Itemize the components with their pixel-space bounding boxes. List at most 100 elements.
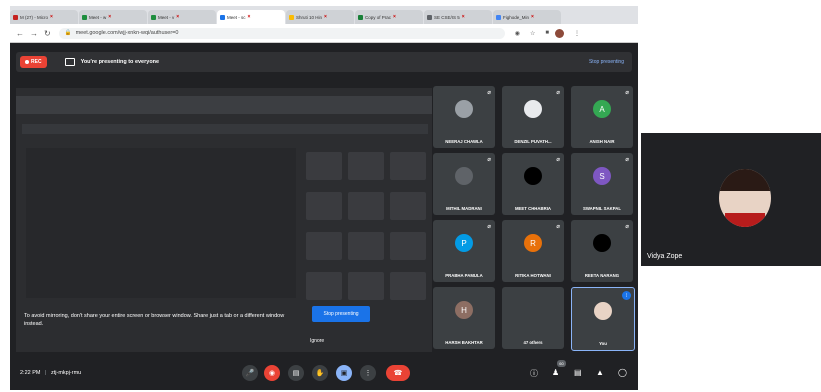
participant-name: HARSH BAKHTAR: [445, 340, 483, 345]
browser-window: M (27) - Micro × Meet - w × Meet - v × Meet - …: [10, 6, 638, 390]
participant-tile[interactable]: H HARSH BAKHTAR: [433, 287, 495, 349]
avatar-initial: A: [599, 104, 605, 114]
presenting-bar: REC You're presenting to everyone Stop p…: [16, 52, 632, 72]
participant-tile[interactable]: ⌀ MEET CHHABRIA: [502, 153, 564, 215]
tab-label: Fighode_Min: [503, 14, 530, 20]
activities-icon[interactable]: ▲: [596, 368, 604, 377]
raise-hand-button[interactable]: ✋: [312, 365, 328, 381]
browser-tab[interactable]: Meet - sc ×: [217, 10, 285, 24]
tab-close-icon[interactable]: ×: [462, 14, 465, 20]
mirrored-tile: [306, 272, 342, 300]
present-button[interactable]: ▣: [336, 365, 352, 381]
address-bar: ← → ↻ 🔒 meet.google.com/wjj-xnkn-wqi/aut…: [10, 24, 638, 43]
mirrored-tile: [390, 272, 426, 300]
camera-button[interactable]: ◉: [264, 365, 280, 381]
tab-close-icon[interactable]: ×: [50, 14, 53, 20]
browser-tab[interactable]: Meet - w ×: [79, 10, 147, 24]
tab-label: Meet - w: [89, 14, 107, 20]
browser-tab[interactable]: M (27) - Micro ×: [10, 10, 78, 24]
captions-button[interactable]: ▤: [288, 365, 304, 381]
avatar-initial: P: [461, 238, 467, 248]
star-icon[interactable]: ☆: [530, 30, 535, 37]
reload-icon[interactable]: ↻: [44, 29, 51, 38]
participant-name: SWAPNIL SAKPAL: [582, 206, 622, 211]
mic-muted-icon: ⌀: [625, 157, 629, 163]
browser-tab[interactable]: Meet - v ×: [148, 10, 216, 24]
browser-tab[interactable]: Fighode_Min ×: [493, 10, 561, 24]
tab-favicon-icon: [427, 14, 432, 20]
tab-close-icon[interactable]: ×: [108, 14, 111, 20]
participant-tile[interactable]: ⌀ NEERAJ CHAWLA: [433, 86, 495, 148]
mic-muted-icon: ⌀: [556, 90, 560, 96]
meeting-info: 2:22 PM | ztj-mkpj-rmu: [20, 370, 82, 376]
more-icon: ⋮: [364, 370, 372, 377]
menu-icon[interactable]: ⋮: [574, 30, 580, 37]
participant-tile[interactable]: ⌀ R RITIKA HOTWANI: [502, 220, 564, 282]
participant-tile[interactable]: ⌀ S SWAPNIL SAKPAL: [571, 153, 633, 215]
info-icon[interactable]: ⓘ: [530, 368, 538, 379]
people-count-badge: 60: [557, 360, 566, 367]
tab-label: Copy of Prac: [365, 14, 392, 20]
hand-icon: ✋: [315, 370, 325, 377]
participant-avatar: [524, 301, 542, 319]
leave-call-button[interactable]: ☎: [386, 365, 410, 381]
tab-label: SE CSE/IS 5: [434, 14, 460, 20]
host-controls-icon[interactable]: ◯: [618, 368, 627, 377]
forward-icon[interactable]: →: [30, 29, 38, 38]
more-options-button[interactable]: ⋮: [360, 365, 376, 381]
participant-avatar: P: [455, 234, 473, 252]
browser-tab[interactable]: Copy of Prac ×: [355, 10, 423, 24]
participant-name: DENZIL PUVATH...: [514, 139, 552, 144]
participant-tile[interactable]: ⌀ DENZIL PUVATH...: [502, 86, 564, 148]
mic-muted-icon: ⌀: [487, 157, 491, 163]
avatar-initial: R: [530, 238, 536, 248]
participant-avatar: [455, 100, 473, 118]
url-field[interactable]: 🔒 meet.google.com/wjj-xnkn-wqi/authuser=…: [58, 27, 505, 39]
profile-avatar[interactable]: [554, 28, 564, 38]
mic-muted-icon: ⌀: [556, 224, 560, 230]
participant-tile[interactable]: ⌀ MITHIL MADRANI: [433, 153, 495, 215]
ignore-button[interactable]: Ignore: [310, 338, 324, 344]
tab-close-icon[interactable]: ×: [324, 14, 327, 20]
participant-tile[interactable]: ⌀ P PRABHA PAMULA: [433, 220, 495, 282]
tab-label: Meet - v: [158, 14, 175, 20]
tab-favicon-icon: [82, 14, 87, 20]
tab-close-icon[interactable]: ×: [393, 14, 396, 20]
participant-avatar: [524, 100, 542, 118]
participant-name: 47 others: [523, 340, 543, 345]
chat-icon[interactable]: ▤: [574, 368, 582, 377]
participant-tile[interactable]: ⌀ REETA NARANG: [571, 220, 633, 282]
browser-tab[interactable]: SE CSE/IS 5 ×: [424, 10, 492, 24]
participant-tile[interactable]: ⁞ You: [571, 287, 635, 351]
avatar-initial: S: [599, 171, 605, 181]
tab-favicon-icon: [220, 14, 225, 20]
participant-avatar: A: [593, 100, 611, 118]
participant-avatar: R: [524, 234, 542, 252]
participant-avatar: [524, 167, 542, 185]
hang-up-icon: ☎: [393, 370, 403, 377]
mirrored-browser: [16, 96, 432, 114]
participant-name: NEERAJ CHAWLA: [445, 139, 483, 144]
tab-favicon-icon: [358, 14, 363, 20]
tab-favicon-icon: [13, 14, 18, 20]
mic-icon: 🎤: [245, 370, 255, 377]
present-screen-icon: [64, 58, 75, 66]
url-text: meet.google.com/wjj-xnkn-wqi/authuser=0: [75, 30, 179, 36]
mirrored-content: [26, 148, 296, 298]
recording-badge: REC: [20, 56, 47, 68]
tab-close-icon[interactable]: ×: [531, 14, 534, 20]
people-icon[interactable]: ♟: [552, 368, 559, 377]
participant-tile[interactable]: ⌀ A ANISH NAIR: [571, 86, 633, 148]
mic-button[interactable]: 🎤: [242, 365, 258, 381]
extension-icon[interactable]: ■: [545, 30, 549, 36]
tab-close-icon[interactable]: ×: [248, 14, 251, 20]
browser-tab[interactable]: Shruti 10 Hin ×: [286, 10, 354, 24]
mic-muted-icon: ⌀: [625, 90, 629, 96]
tab-label: M (27) - Micro: [20, 14, 48, 20]
stop-presenting-link[interactable]: Stop presenting: [589, 59, 624, 65]
camera-icon[interactable]: ◉: [515, 30, 520, 37]
tab-close-icon[interactable]: ×: [176, 14, 179, 20]
stop-presenting-button[interactable]: Stop presenting: [312, 306, 370, 322]
back-icon[interactable]: ←: [16, 29, 24, 38]
participant-tile[interactable]: 47 others: [502, 287, 564, 349]
